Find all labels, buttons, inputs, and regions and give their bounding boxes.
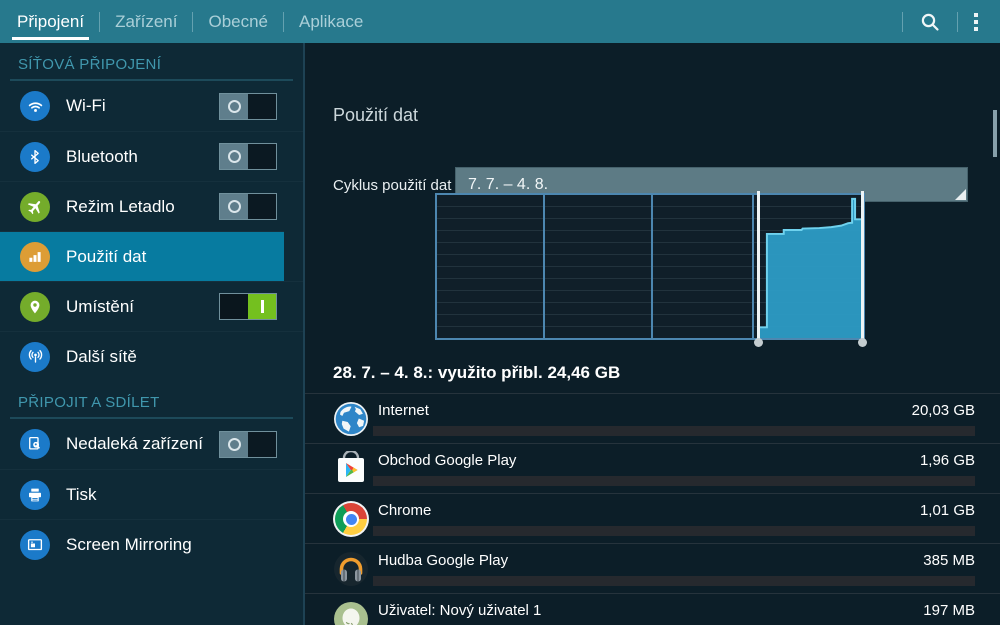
usage-area-series [437, 195, 863, 338]
usage-chart [435, 193, 865, 340]
sidebar-item-location[interactable]: Umístění [0, 281, 303, 331]
tab-label: Aplikace [299, 12, 363, 32]
tab-label: Zařízení [115, 12, 177, 32]
top-bar-actions [902, 0, 1000, 43]
sidebar-item-label: Použití dat [66, 247, 146, 267]
overflow-menu-icon [974, 13, 978, 31]
search-button[interactable] [903, 0, 957, 43]
sidebar-item-wifi[interactable]: Wi-Fi [0, 81, 303, 131]
page-title: Použití dat [333, 105, 418, 126]
internet-globe-icon [333, 401, 369, 437]
user-avatar-icon [333, 601, 369, 625]
nearby-devices-icon [20, 429, 50, 459]
tab-label: Připojení [17, 12, 84, 32]
app-name: Internet [378, 402, 429, 419]
app-usage-list: Internet 20,03 GB [305, 393, 1000, 625]
usage-bar-track [373, 476, 975, 486]
bluetooth-icon [20, 142, 50, 172]
tab-obecne[interactable]: Obecné [193, 0, 283, 43]
tab-label: Obecné [208, 12, 268, 32]
sidebar-item-bluetooth[interactable]: Bluetooth [0, 131, 303, 181]
toggle-off-ring [228, 150, 241, 163]
chart-range-slider-end[interactable] [861, 191, 864, 342]
cycle-label: Cyklus použití dat [333, 177, 451, 194]
sidebar-item-print[interactable]: Tisk [0, 469, 303, 519]
app-usage-value: 385 MB [923, 552, 975, 569]
section-header-network: SÍŤOVÁ PŘIPOJENÍ [10, 43, 293, 81]
tab-aplikace[interactable]: Aplikace [284, 0, 378, 43]
screen-mirroring-icon [20, 530, 50, 560]
app-name: Chrome [378, 502, 431, 519]
toggle-off-ring [228, 438, 241, 451]
sidebar-item-nearby-devices[interactable]: Nedaleká zařízení [0, 419, 303, 469]
sidebar-item-airplane-mode[interactable]: Režim Letadlo [0, 181, 303, 231]
chrome-icon [333, 501, 369, 537]
tab-pripojeni[interactable]: Připojení [2, 0, 99, 43]
sidebar-item-label: Bluetooth [66, 147, 138, 167]
chart-range-slider-start[interactable] [757, 191, 760, 342]
app-usage-value: 197 MB [923, 602, 975, 619]
printer-icon [20, 480, 50, 510]
location-pin-icon [20, 292, 50, 322]
usage-bar-track [373, 526, 975, 536]
toggle-off-ring [228, 100, 241, 113]
active-tab-underline [12, 37, 89, 40]
app-row-internet[interactable]: Internet 20,03 GB [305, 394, 1000, 444]
sidebar-item-label: Režim Letadlo [66, 197, 175, 217]
tab-zarizeni[interactable]: Zařízení [100, 0, 192, 43]
usage-bar-track [373, 576, 975, 586]
google-play-icon [333, 451, 369, 487]
sidebar-item-label: Nedaleká zařízení [66, 434, 203, 454]
airplane-icon [20, 192, 50, 222]
toggle-on-mark [261, 300, 264, 313]
toggle-off-ring [228, 200, 241, 213]
data-usage-icon [20, 242, 50, 272]
sidebar-item-label: Další sítě [66, 347, 137, 367]
bluetooth-toggle[interactable] [219, 143, 277, 170]
app-row-user[interactable]: Uživatel: Nový uživatel 1 197 MB [305, 594, 1000, 625]
sidebar-item-data-usage[interactable]: Použití dat [0, 231, 284, 281]
overflow-menu-button[interactable] [958, 0, 994, 43]
broadcast-icon [20, 342, 50, 372]
dropdown-corner-icon [955, 189, 966, 200]
wifi-toggle[interactable] [219, 93, 277, 120]
location-toggle[interactable] [219, 293, 277, 320]
app-row-google-play[interactable]: Obchod Google Play 1,96 GB [305, 444, 1000, 494]
section-header-connect-share: PŘIPOJIT A SDÍLET [10, 381, 293, 419]
app-name: Obchod Google Play [378, 452, 516, 469]
airplane-mode-toggle[interactable] [219, 193, 277, 220]
wifi-icon [20, 91, 50, 121]
app-row-chrome[interactable]: Chrome 1,01 GB [305, 494, 1000, 544]
app-usage-value: 20,03 GB [912, 402, 975, 419]
sidebar-item-more-networks[interactable]: Další sítě [0, 331, 303, 381]
sidebar-item-label: Screen Mirroring [66, 535, 192, 555]
sidebar: SÍŤOVÁ PŘIPOJENÍ Wi-Fi [0, 43, 305, 625]
app-row-play-music[interactable]: Hudba Google Play 385 MB [305, 544, 1000, 594]
sidebar-item-label: Wi-Fi [66, 96, 106, 116]
top-bar: Připojení Zařízení Obecné Aplikace [0, 0, 1000, 43]
sidebar-item-screen-mirroring[interactable]: Screen Mirroring [0, 519, 303, 569]
usage-summary: 28. 7. – 4. 8.: využito přibl. 24,46 GB [333, 363, 620, 383]
app-usage-value: 1,01 GB [920, 502, 975, 519]
app-name: Uživatel: Nový uživatel 1 [378, 602, 541, 619]
settings-screen: Připojení Zařízení Obecné Aplikace [0, 0, 1000, 625]
play-music-headphones-icon [333, 551, 369, 587]
sidebar-item-label: Umístění [66, 297, 134, 317]
data-usage-panel: Použití dat Cyklus použití dat 7. 7. – 4… [305, 43, 1000, 625]
app-usage-value: 1,96 GB [920, 452, 975, 469]
sidebar-item-label: Tisk [66, 485, 97, 505]
usage-bar-track [373, 426, 975, 436]
search-icon [919, 11, 941, 33]
scrollbar-thumb[interactable] [993, 110, 997, 157]
app-name: Hudba Google Play [378, 552, 508, 569]
nearby-devices-toggle[interactable] [219, 431, 277, 458]
